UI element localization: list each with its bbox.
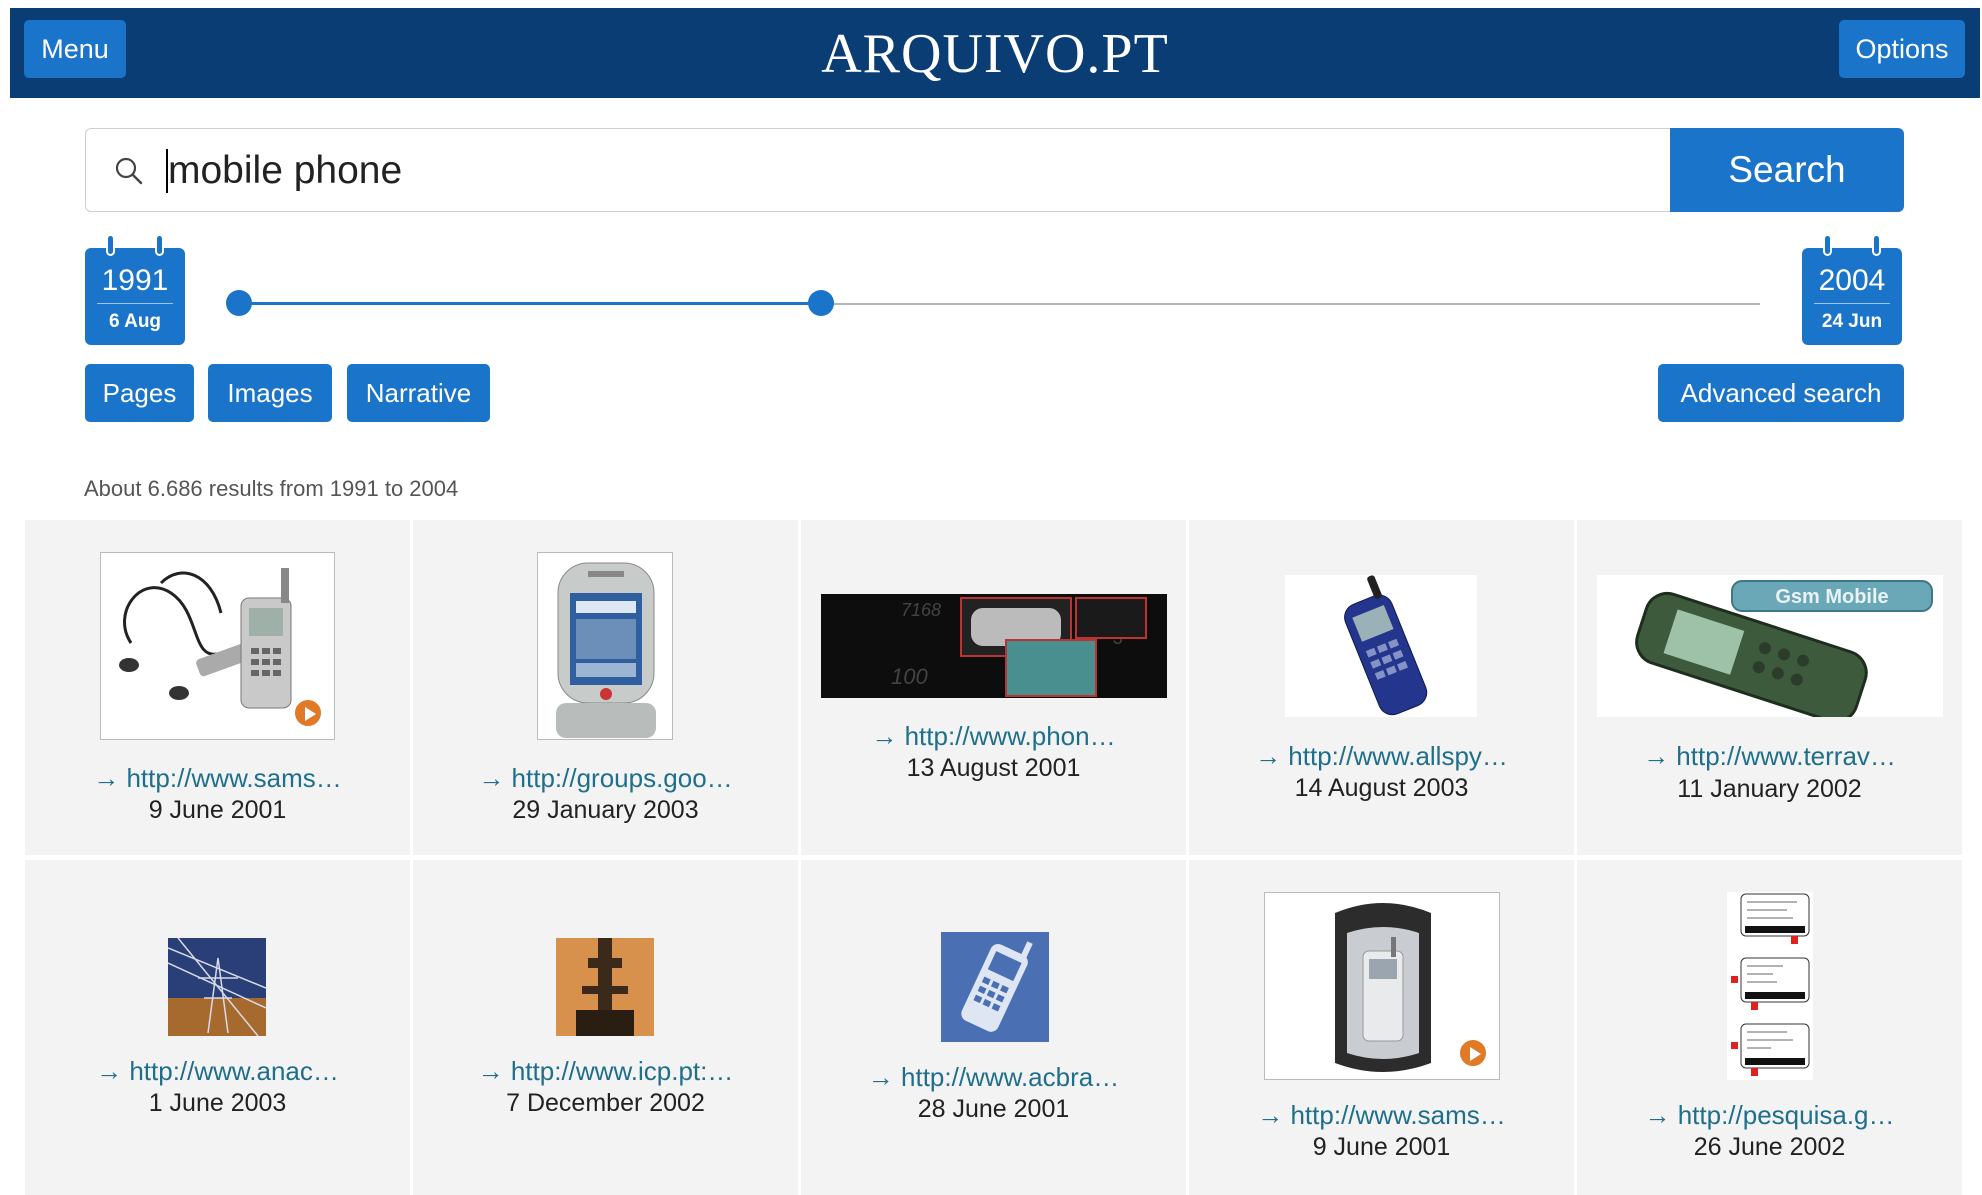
end-day: 24 Jun bbox=[1821, 311, 1883, 332]
tab-images[interactable]: Images bbox=[208, 364, 332, 422]
result-card[interactable]: → http://www.allspy… 14 August 2003 bbox=[1189, 520, 1574, 855]
result-thumbnail[interactable] bbox=[556, 938, 654, 1036]
tab-pages[interactable]: Pages bbox=[85, 364, 194, 422]
result-url-link[interactable]: → http://groups.goo… bbox=[413, 763, 798, 794]
result-url-link[interactable]: → http://www.acbra… bbox=[801, 1062, 1186, 1093]
phone-screens-diagram-image bbox=[1731, 893, 1810, 1076]
calendar-ring-icon bbox=[155, 234, 164, 256]
result-date: 1 June 2003 bbox=[148, 1089, 287, 1117]
calendar-ring-icon bbox=[1872, 234, 1881, 256]
result-date: 7 December 2002 bbox=[506, 1089, 705, 1117]
start-date-calendar[interactable]: 1991 6 Aug bbox=[85, 234, 185, 345]
result-thumbnail[interactable] bbox=[941, 932, 1049, 1042]
options-button[interactable]: Options bbox=[1839, 20, 1965, 78]
date-slider-end-handle[interactable] bbox=[808, 290, 834, 316]
result-thumbnail[interactable] bbox=[168, 938, 266, 1036]
search-box bbox=[85, 128, 1670, 212]
video-play-icon bbox=[1458, 1038, 1488, 1068]
result-thumbnail[interactable]: Gsm Mobile bbox=[1597, 575, 1943, 717]
result-url-link[interactable]: → http://www.sams… bbox=[1189, 1100, 1574, 1131]
result-url-link[interactable]: → http://pesquisa.g… bbox=[1577, 1100, 1962, 1131]
arquivo-logo[interactable]: ARQUIVO.PT bbox=[10, 22, 1980, 86]
search-button[interactable]: Search bbox=[1670, 128, 1904, 212]
result-date: 28 June 2001 bbox=[917, 1095, 1070, 1123]
result-url-link[interactable]: → http://www.anac… bbox=[25, 1056, 410, 1087]
result-thumbnail[interactable] bbox=[1727, 892, 1813, 1080]
result-card[interactable]: → http://groups.goo… 29 January 2003 bbox=[413, 520, 798, 855]
image-results-grid: → http://www.sams… 9 June 2001 → http://… bbox=[25, 520, 1962, 1195]
start-year: 1991 bbox=[101, 264, 169, 297]
start-day: 6 Aug bbox=[108, 311, 162, 332]
gsm-mobile-banner-image: Gsm Mobile bbox=[1635, 580, 1933, 717]
search-input[interactable] bbox=[168, 143, 1618, 199]
result-card[interactable]: → http://www.acbra… 28 June 2001 bbox=[801, 860, 1186, 1195]
tab-narrative[interactable]: Narrative bbox=[347, 364, 490, 422]
date-slider-selected-range bbox=[240, 302, 822, 305]
power-pylon-image bbox=[168, 938, 266, 1036]
search-icon bbox=[115, 157, 143, 185]
result-date: 11 January 2002 bbox=[1677, 775, 1862, 803]
result-date: 26 June 2002 bbox=[1693, 1133, 1846, 1161]
result-thumbnail[interactable] bbox=[1264, 892, 1500, 1080]
end-date-calendar[interactable]: 2004 24 Jun bbox=[1802, 234, 1902, 345]
date-slider-start-handle[interactable] bbox=[226, 290, 252, 316]
video-play-icon bbox=[293, 698, 323, 728]
samsung-flip-phone-image bbox=[556, 562, 656, 738]
svg-text:7168: 7168 bbox=[901, 600, 941, 620]
result-url-link[interactable]: → http://www.terrav… bbox=[1577, 741, 1962, 772]
top-header: Menu ARQUIVO.PT Options bbox=[10, 8, 1980, 98]
result-url-link[interactable]: → http://www.phon… bbox=[801, 721, 1186, 752]
result-thumbnail[interactable] bbox=[537, 552, 673, 740]
result-card[interactable]: → http://www.icp.pt:… 7 December 2002 bbox=[413, 860, 798, 1195]
result-card[interactable]: 7168 100 3 → http://www.phon… 13 August … bbox=[801, 520, 1186, 855]
result-thumbnail[interactable]: 7168 100 3 bbox=[821, 594, 1167, 698]
result-card[interactable]: → http://www.sams… 9 June 2001 bbox=[25, 520, 410, 855]
calendar-ring-icon bbox=[106, 234, 115, 256]
svg-text:100: 100 bbox=[891, 664, 928, 689]
dark-keypad-banner-image: 7168 100 3 bbox=[891, 597, 1147, 697]
gsm-mobile-text: Gsm Mobile bbox=[1775, 586, 1888, 608]
result-date: 13 August 2001 bbox=[906, 754, 1081, 782]
advanced-search-button[interactable]: Advanced search bbox=[1658, 364, 1904, 422]
result-date: 9 June 2001 bbox=[1312, 1133, 1451, 1161]
result-date: 29 January 2003 bbox=[512, 796, 699, 824]
result-card[interactable]: → http://www.sams… 9 June 2001 bbox=[1189, 860, 1574, 1195]
result-thumbnail[interactable] bbox=[1285, 575, 1477, 717]
result-url-link[interactable]: → http://www.icp.pt:… bbox=[413, 1056, 798, 1087]
result-thumbnail[interactable] bbox=[100, 552, 335, 740]
results-summary: About 6.686 results from 1991 to 2004 bbox=[84, 476, 459, 501]
calendar-ring-icon bbox=[1823, 234, 1832, 256]
blue-phone-icon-image bbox=[961, 941, 1033, 1032]
end-year: 2004 bbox=[1818, 264, 1886, 297]
result-card[interactable]: Gsm Mobile → http://www.terrav… 11 Janua… bbox=[1577, 520, 1962, 855]
result-url-link[interactable]: → http://www.allspy… bbox=[1189, 741, 1574, 772]
result-card[interactable]: → http://pesquisa.g… 26 June 2002 bbox=[1577, 860, 1962, 1195]
result-card[interactable]: → http://www.anac… 1 June 2003 bbox=[25, 860, 410, 1195]
antenna-tower-image bbox=[576, 938, 634, 1036]
result-url-link[interactable]: → http://www.sams… bbox=[25, 763, 410, 794]
result-date: 9 June 2001 bbox=[148, 796, 287, 824]
result-date: 14 August 2003 bbox=[1294, 774, 1469, 802]
blue-mobile-phone-image bbox=[1344, 575, 1428, 716]
